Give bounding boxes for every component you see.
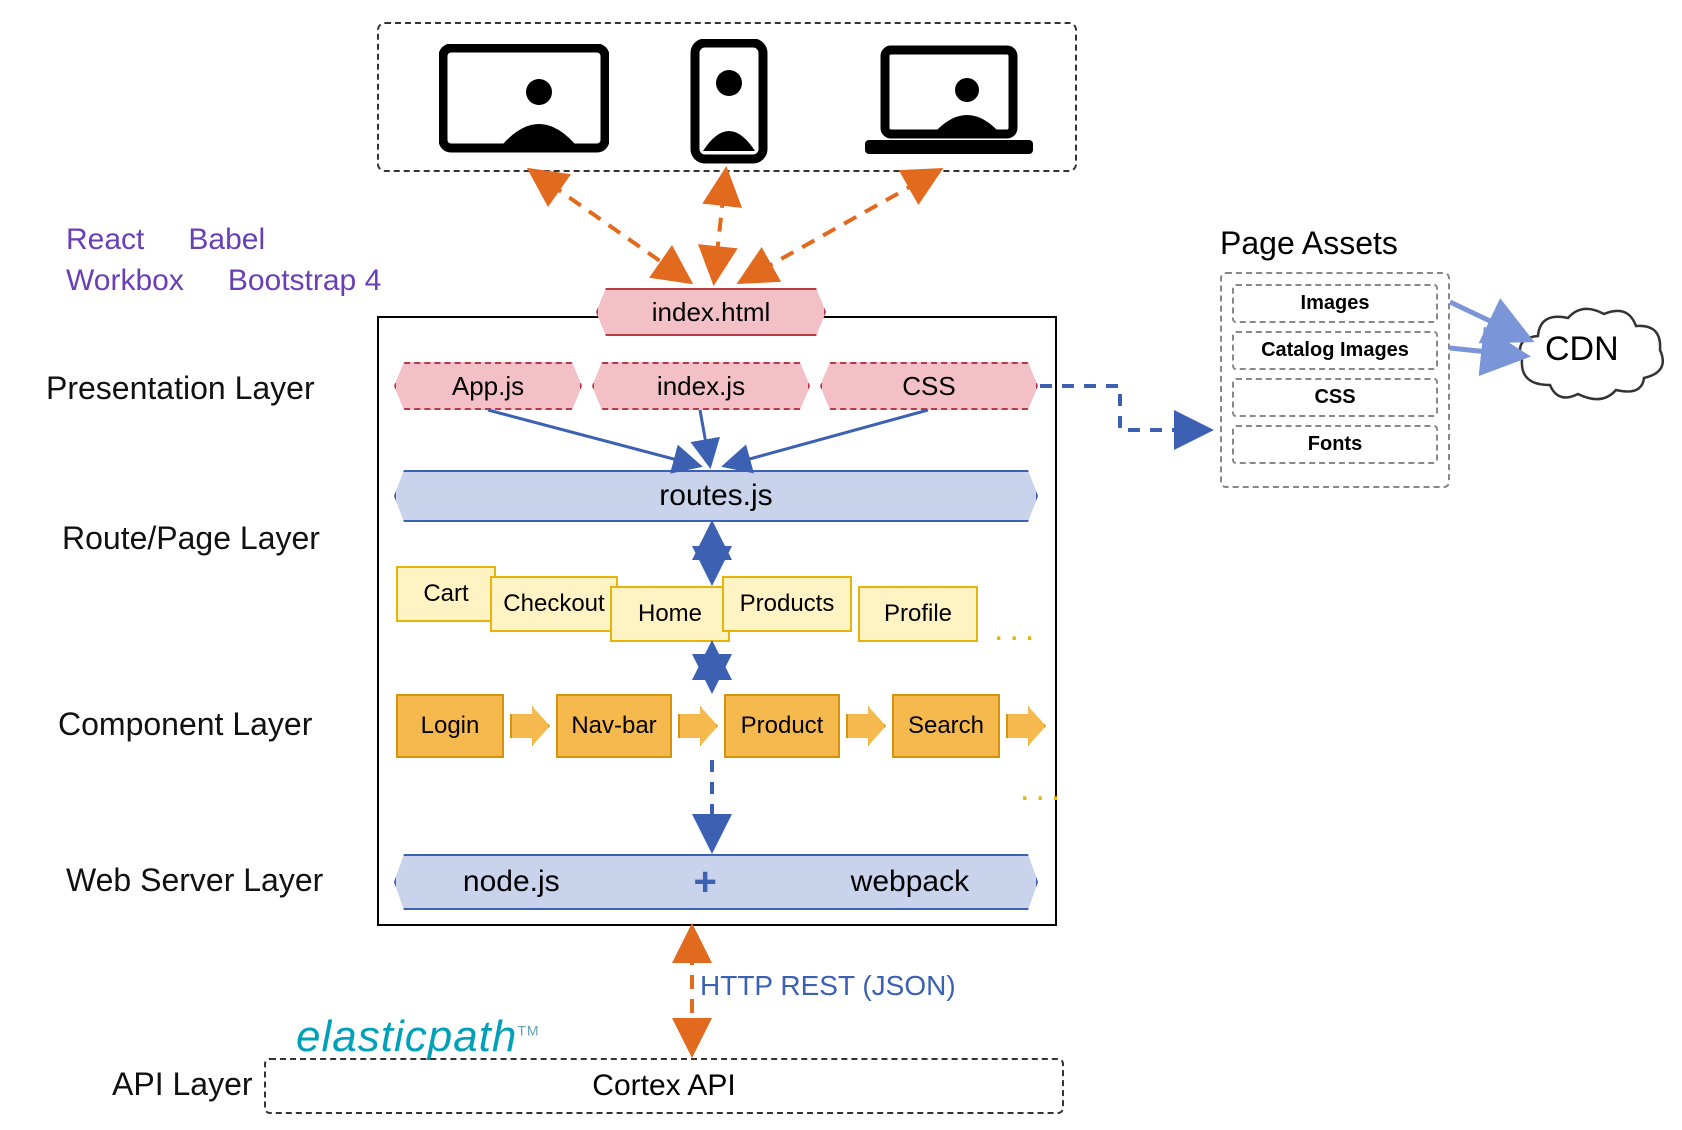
route-products: Products: [722, 576, 852, 632]
webserver-webpack: webpack: [851, 865, 969, 899]
tech-babel: Babel: [188, 220, 265, 261]
route-checkout: Checkout: [490, 576, 618, 632]
asset-images: Images: [1232, 284, 1438, 323]
phone-device-icon: [679, 39, 779, 164]
asset-catalog-images: Catalog Images: [1232, 331, 1438, 370]
tablet-device-icon: [439, 44, 609, 159]
plus-icon: +: [693, 860, 716, 905]
layer-label-routepage: Route/Page Layer: [62, 520, 320, 557]
components-ellipsis: ...: [1020, 770, 1066, 809]
layer-label-api: API Layer: [112, 1066, 253, 1103]
page-assets-title: Page Assets: [1220, 225, 1398, 262]
laptop-device-icon: [859, 44, 1039, 164]
component-login: Login: [396, 694, 504, 758]
webserver-bar: node.js + webpack: [394, 854, 1038, 910]
tech-stack-labels: React Babel Workbox Bootstrap 4: [66, 220, 381, 301]
route-home: Home: [610, 586, 730, 642]
routesjs-bar: routes.js: [394, 470, 1038, 522]
asset-css: CSS: [1232, 378, 1438, 417]
tech-react: React: [66, 220, 144, 261]
tech-bootstrap: Bootstrap 4: [228, 261, 381, 302]
component-search: Search: [892, 694, 1000, 758]
layer-label-component: Component Layer: [58, 706, 312, 743]
asset-fonts: Fonts: [1232, 425, 1438, 464]
cortex-api-box: Cortex API: [264, 1058, 1064, 1114]
component-navbar: Nav-bar: [556, 694, 672, 758]
file-appjs: App.js: [394, 362, 582, 410]
page-assets-group: Images Catalog Images CSS Fonts: [1220, 272, 1450, 488]
tech-workbox: Workbox: [66, 261, 184, 302]
webserver-node: node.js: [463, 865, 560, 899]
elasticpath-logo: elasticpathTM: [296, 1012, 540, 1062]
file-css: CSS: [820, 362, 1038, 410]
file-indexjs: index.js: [592, 362, 810, 410]
routes-ellipsis: ...: [994, 610, 1040, 649]
layer-label-presentation: Presentation Layer: [46, 370, 315, 407]
route-cart: Cart: [396, 566, 496, 622]
route-profile: Profile: [858, 586, 978, 642]
http-rest-label: HTTP REST (JSON): [700, 970, 956, 1002]
entry-indexhtml: index.html: [596, 288, 826, 336]
component-product: Product: [724, 694, 840, 758]
client-devices-group: [377, 22, 1077, 172]
layer-label-webserver: Web Server Layer: [66, 862, 323, 899]
cdn-label: CDN: [1545, 330, 1619, 369]
